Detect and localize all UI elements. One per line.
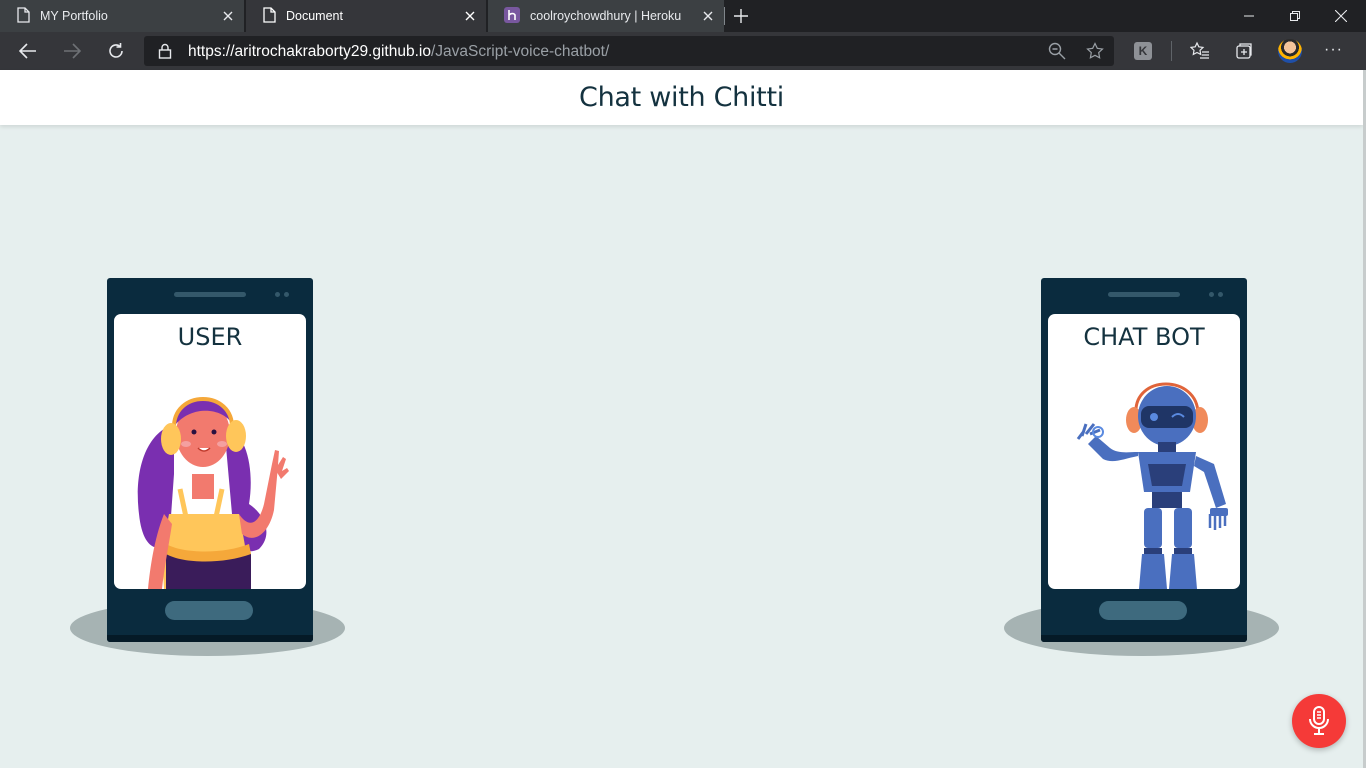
profile-avatar[interactable] <box>1278 39 1302 63</box>
tab-title: coolroychowdhury | Heroku <box>530 9 682 23</box>
page-icon <box>262 6 276 26</box>
phone-body: CHAT BOT <box>1041 278 1247 642</box>
restore-icon <box>1290 11 1300 21</box>
phone-home-button <box>165 601 253 620</box>
zoom-out-icon[interactable] <box>1048 42 1066 65</box>
reload-button[interactable] <box>104 39 128 63</box>
more-menu-button[interactable]: ··· <box>1324 41 1343 59</box>
collections-icon[interactable] <box>1234 41 1254 66</box>
page-icon <box>16 6 30 26</box>
microphone-icon <box>1309 706 1329 735</box>
tab-title: MY Portfolio <box>40 9 108 23</box>
lock-icon <box>158 43 172 64</box>
user-illustration <box>137 397 289 589</box>
url-path: /JavaScript-voice-chatbot/ <box>430 43 610 60</box>
user-phone: USER <box>70 270 350 670</box>
close-tab-icon[interactable] <box>462 8 478 24</box>
favorites-icon[interactable] <box>1189 41 1210 66</box>
restore-button[interactable] <box>1272 0 1318 32</box>
arrow-right-icon <box>64 43 81 59</box>
bot-phone: CHAT BOT <box>1004 270 1284 670</box>
url-text: https://aritrochakraborty29.github.io/Ja… <box>188 43 609 61</box>
close-window-button[interactable] <box>1318 0 1364 32</box>
phone-speaker <box>174 292 246 297</box>
phone-body: USER <box>107 278 313 642</box>
browser-tab-bar: MY Portfolio Document coolroychowdhury |… <box>0 0 1366 32</box>
microphone-button[interactable] <box>1292 694 1346 748</box>
robot-illustration <box>1076 382 1228 589</box>
close-icon <box>1335 10 1347 22</box>
reload-icon <box>109 43 123 58</box>
arrow-left-icon <box>19 43 36 59</box>
tab-document[interactable]: Document <box>246 0 486 32</box>
phone-screen: CHAT BOT <box>1048 314 1240 589</box>
tab-title: Document <box>286 9 343 23</box>
back-button[interactable] <box>16 39 40 63</box>
minimize-button[interactable] <box>1226 0 1272 32</box>
tab-my-portfolio[interactable]: MY Portfolio <box>0 0 244 32</box>
phone-dot <box>1218 292 1223 297</box>
phone-home-button <box>1099 601 1187 620</box>
plus-icon <box>734 9 748 23</box>
phone-screen: USER <box>114 314 306 589</box>
star-icon[interactable] <box>1086 42 1104 65</box>
user-label: USER <box>177 323 243 351</box>
new-tab-button[interactable] <box>730 5 752 27</box>
tab-separator <box>724 7 725 25</box>
address-bar[interactable]: https://aritrochakraborty29.github.io/Ja… <box>144 36 1114 66</box>
browser-toolbar: https://aritrochakraborty29.github.io/Ja… <box>0 32 1366 70</box>
phone-speaker <box>1108 292 1180 297</box>
page-header: Chat with Chitti <box>0 70 1363 125</box>
toolbar-divider <box>1171 41 1172 61</box>
minimize-icon <box>1244 15 1254 17</box>
close-tab-icon[interactable] <box>700 8 716 24</box>
chatbot-label: CHAT BOT <box>1083 323 1205 351</box>
heroku-icon <box>504 6 520 26</box>
close-tab-icon[interactable] <box>220 8 236 24</box>
extension-button[interactable]: K <box>1134 42 1152 60</box>
page-content: Chat with Chitti USER CHAT BOT <box>0 70 1366 768</box>
forward-button[interactable] <box>60 39 84 63</box>
tab-heroku[interactable]: coolroychowdhury | Heroku <box>488 0 724 32</box>
phone-dot <box>284 292 289 297</box>
phone-dot <box>275 292 280 297</box>
page-title: Chat with Chitti <box>579 82 784 113</box>
phone-dot <box>1209 292 1214 297</box>
url-host: https://aritrochakraborty29.github.io <box>188 43 431 60</box>
